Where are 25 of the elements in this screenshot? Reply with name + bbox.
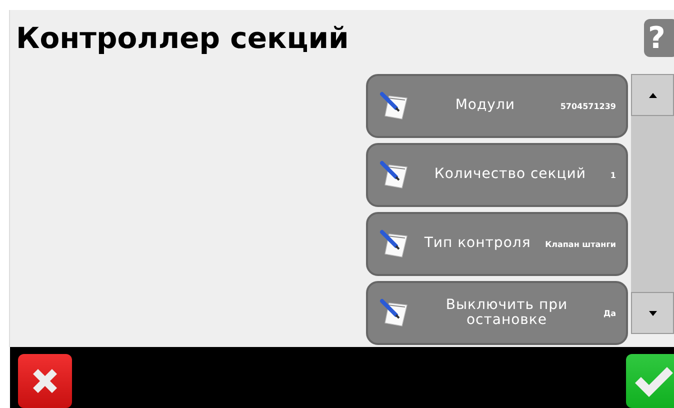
setting-button[interactable]: Тип контроля Клапан штанги [366,212,628,276]
notepad-pencil-icon [380,91,410,121]
setting-label: Тип контроля [423,236,532,252]
up-arrow-icon [648,92,656,98]
setting-label: Модули [454,98,516,114]
setting-button[interactable]: Количество секций 1 [366,143,628,207]
notepad-pencil-icon [380,229,410,259]
setting-value: 1 [610,170,617,180]
notepad-pencil-icon [380,298,410,328]
setting-value: Клапан штанги [545,240,617,248]
setting-label: Количество секций [433,167,587,183]
setting-value: Да [603,308,617,318]
scrollbar[interactable] [631,74,674,334]
screen-title: Контроллер секций [15,21,349,55]
scroll-down-button[interactable] [631,292,674,334]
down-arrow-icon [648,310,656,316]
help-button[interactable]: ? [644,19,674,57]
setting-value: 5704571239 [560,102,617,110]
cancel-button[interactable] [18,354,72,408]
scroll-up-button[interactable] [631,74,674,116]
notepad-pencil-icon [380,160,410,190]
setting-button[interactable]: Модули 5704571239 [366,74,628,138]
confirm-button[interactable] [626,354,674,408]
setting-button[interactable]: Выключить при остановке Да [366,281,628,345]
setting-label: Выключить при остановке [444,298,569,328]
